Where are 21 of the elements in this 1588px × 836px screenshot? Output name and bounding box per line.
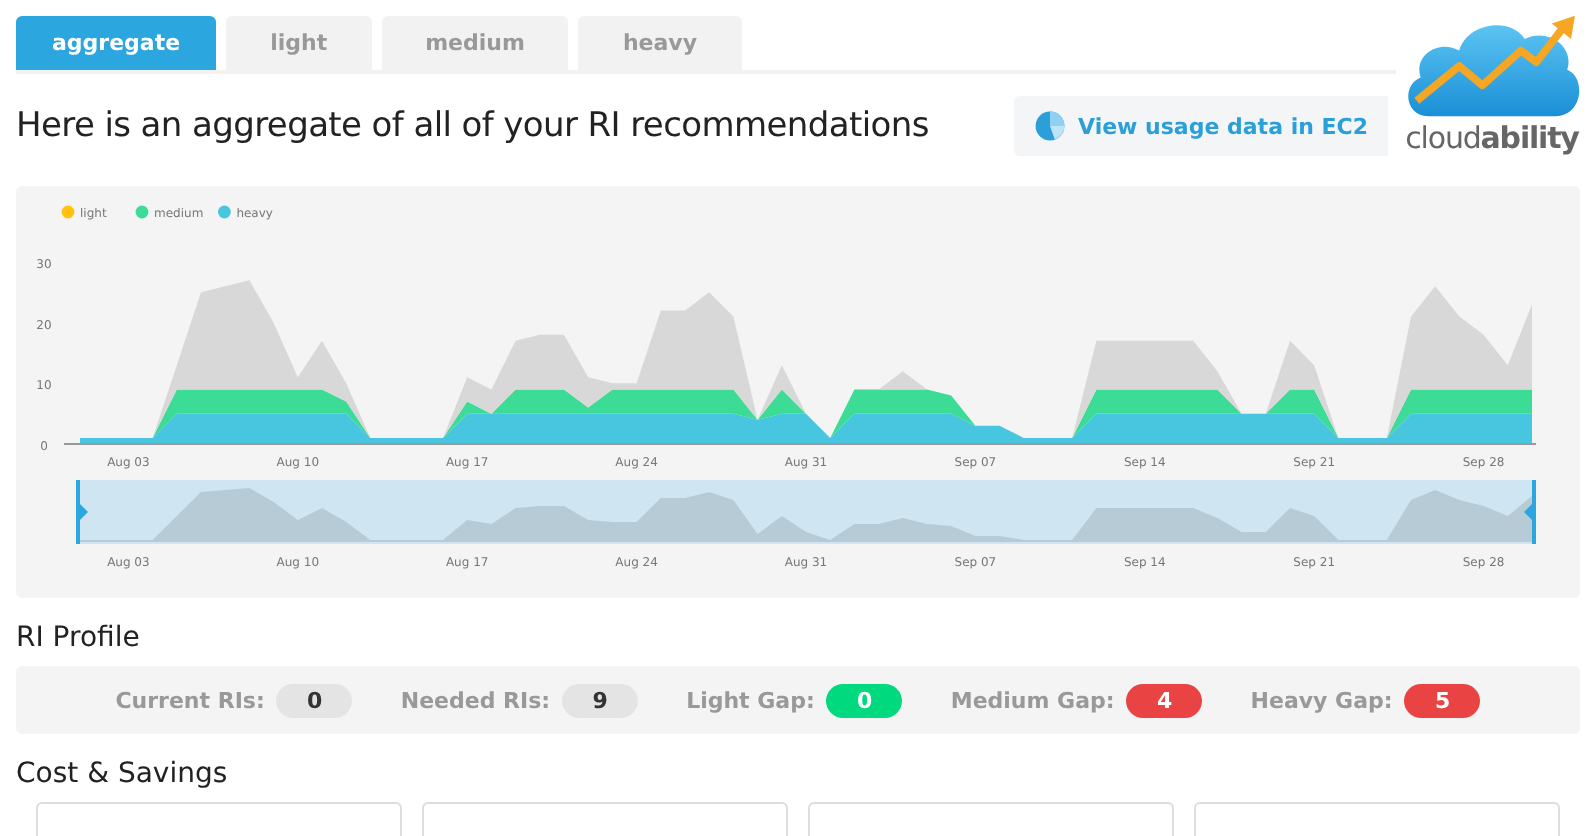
stat-label: Medium Gap: — [950, 687, 1115, 713]
section-title: RI Profile — [16, 622, 142, 654]
stat-label: Heavy Gap: — [1250, 687, 1393, 713]
stat-badge: 0 — [276, 683, 353, 717]
range-navigator[interactable] — [76, 480, 1536, 544]
pie-chart-icon — [1034, 110, 1066, 142]
tab[interactable]: light — [226, 16, 372, 70]
tab[interactable]: heavy — [578, 16, 742, 70]
stat-badge: 9 — [562, 683, 639, 717]
stat-label: Current RIs: — [115, 687, 265, 713]
stat-label: Needed RIs: — [400, 687, 551, 713]
stat-label: Light Gap: — [686, 687, 815, 713]
stat-badge: 4 — [1126, 683, 1203, 717]
tab[interactable]: medium — [381, 16, 569, 70]
tab[interactable]: aggregate — [16, 16, 217, 70]
page-heading: Here is an aggregate of all of your RI recommendations — [16, 106, 929, 146]
stat-badge: 0 — [826, 683, 903, 717]
logo-wordmark: cloudability — [1405, 120, 1579, 156]
stat-badge: 5 — [1404, 683, 1481, 717]
usage-data-button[interactable]: View usage data in EC2 — [1014, 96, 1388, 156]
section-title: Cost & Savings — [16, 758, 230, 790]
